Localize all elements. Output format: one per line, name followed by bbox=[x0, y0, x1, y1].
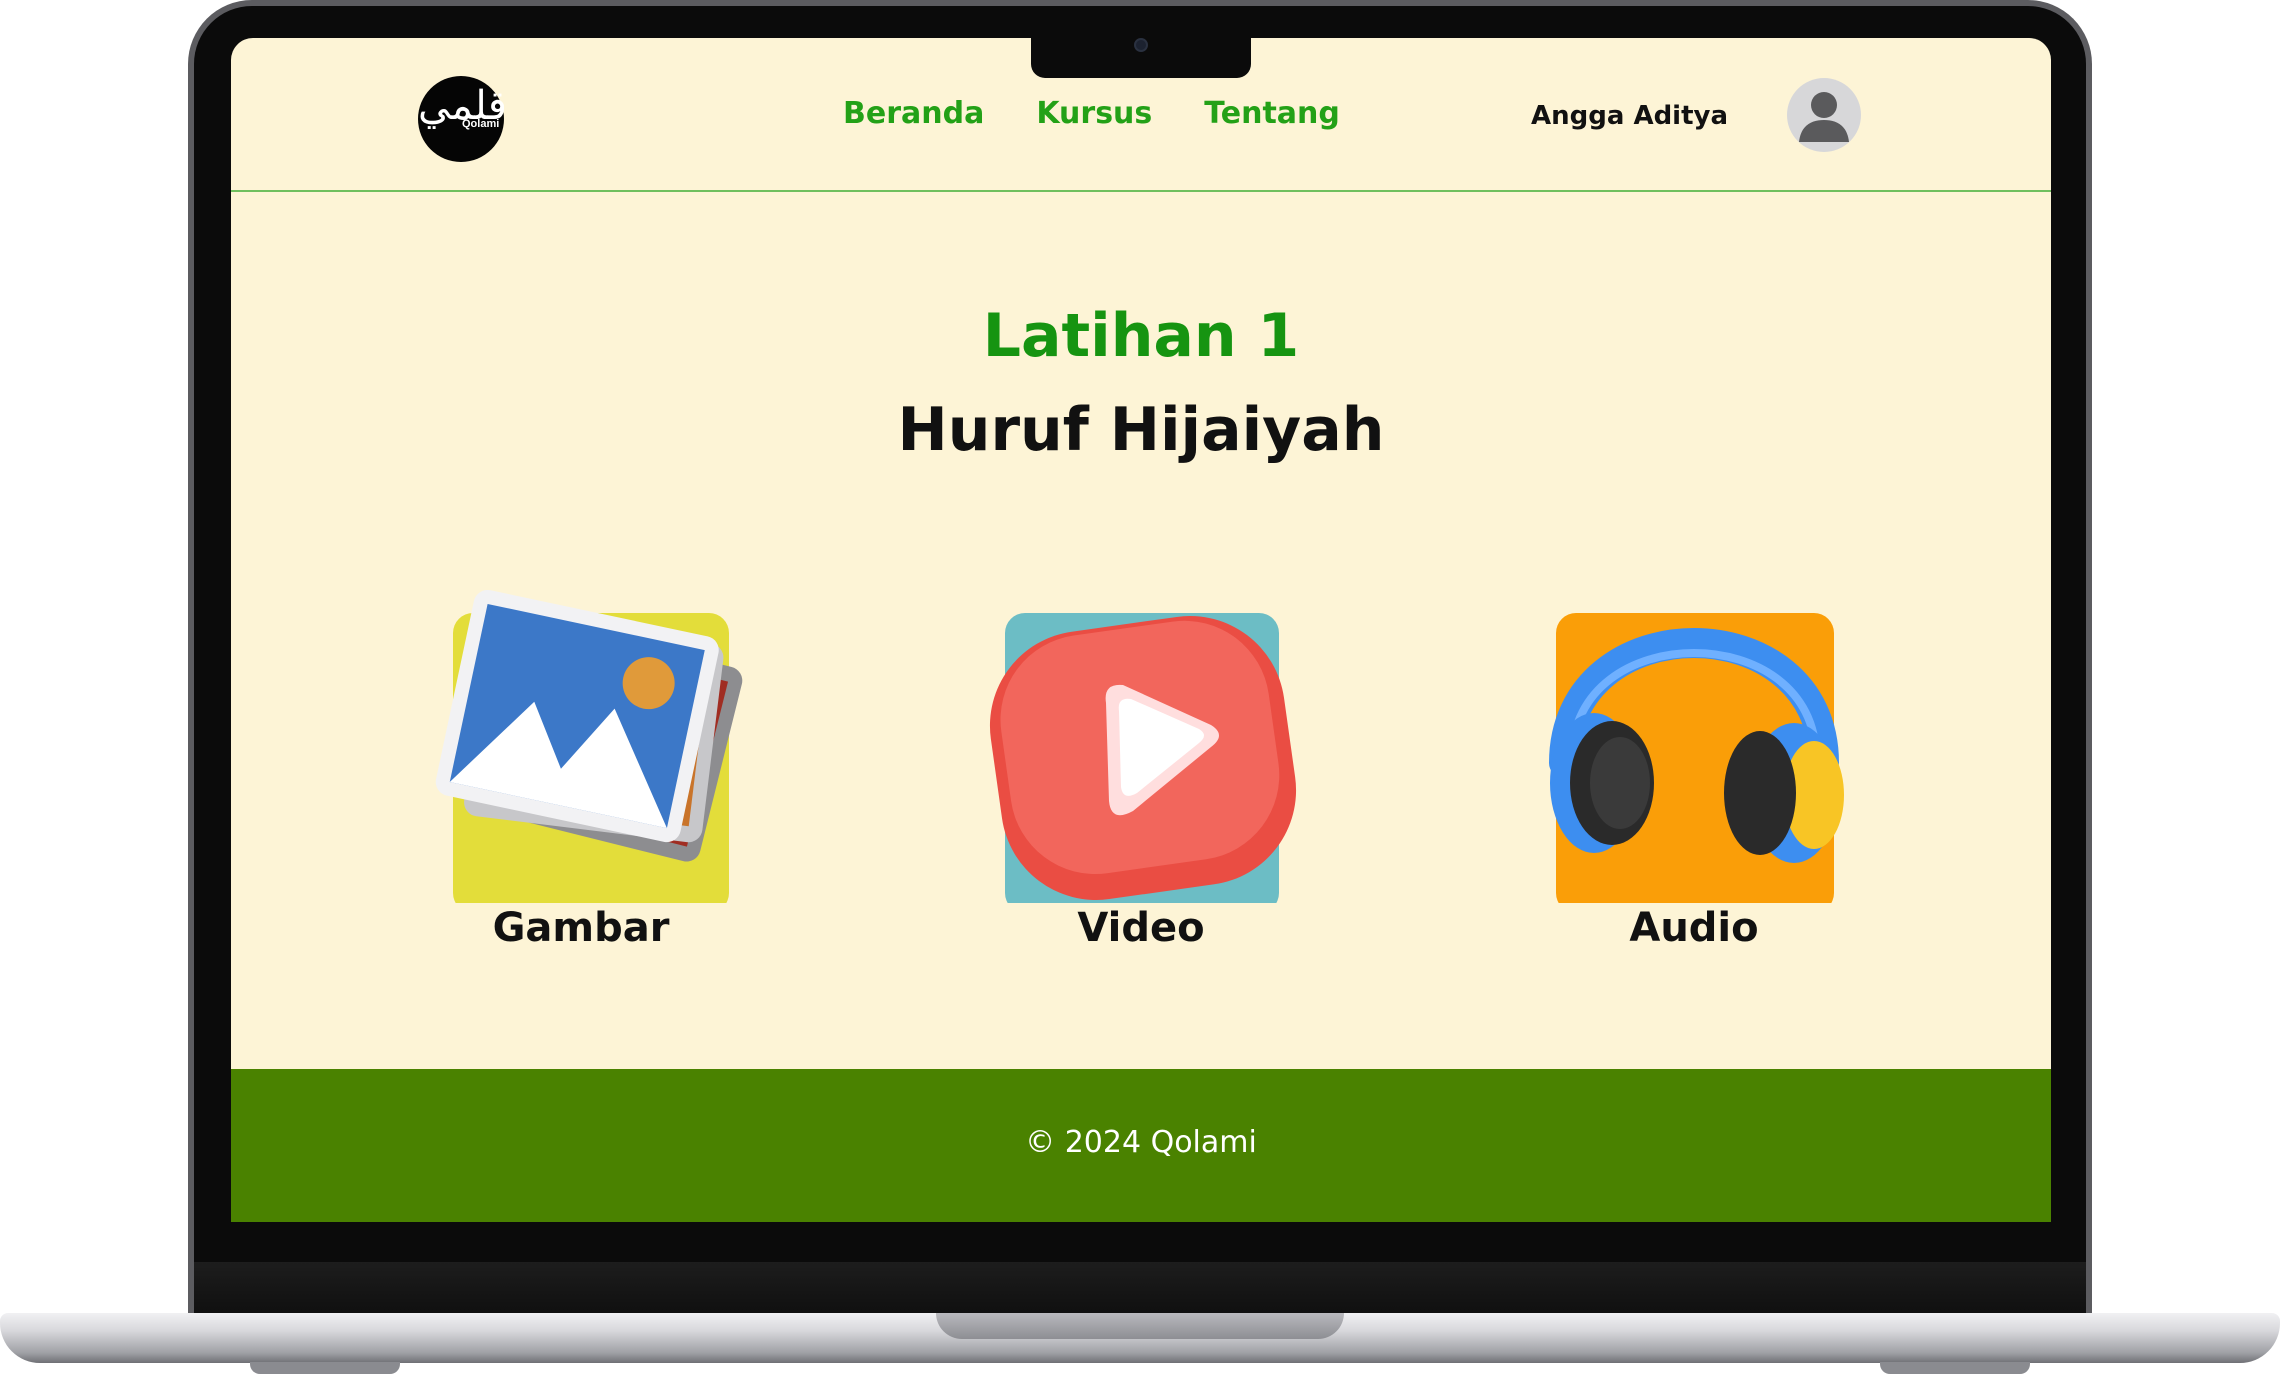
card-label-audio: Audio bbox=[1629, 905, 1759, 951]
nav-link-kursus[interactable]: Kursus bbox=[1036, 94, 1152, 134]
card-gambar[interactable]: Gambar bbox=[411, 543, 751, 1003]
lesson-subtitle: Huruf Hijaiyah bbox=[897, 395, 1385, 465]
laptop-screen-chin bbox=[194, 1262, 2086, 1320]
laptop-foot-right bbox=[1880, 1362, 2030, 1374]
nav-link-tentang[interactable]: Tentang bbox=[1204, 94, 1340, 134]
card-label-video: Video bbox=[1077, 905, 1205, 951]
browser-viewport: قلمي Qolami Beranda Kursus Tentang Angga… bbox=[231, 38, 2051, 1222]
site-footer: © 2024 Qolami bbox=[231, 1069, 2051, 1222]
nav-link-beranda[interactable]: Beranda bbox=[843, 94, 984, 134]
card-audio[interactable]: Audio bbox=[1524, 543, 1864, 1003]
play-button-icon bbox=[989, 613, 1297, 903]
laptop-foot-left bbox=[250, 1362, 400, 1374]
main-nav: Beranda Kursus Tentang bbox=[843, 94, 1340, 134]
laptop-opening-notch bbox=[936, 1313, 1344, 1339]
qolami-logo[interactable]: قلمي Qolami bbox=[418, 76, 507, 162]
headphones-icon bbox=[1549, 613, 1844, 903]
image-gallery-icon bbox=[435, 589, 743, 903]
lesson-title: Latihan 1 bbox=[982, 301, 1300, 371]
user-avatar-icon[interactable] bbox=[1787, 78, 1861, 152]
footer-copyright: © 2024 Qolami bbox=[1025, 1125, 1257, 1160]
logo-wordmark: Qolami bbox=[462, 118, 500, 130]
card-video[interactable]: Video bbox=[971, 543, 1311, 1003]
card-label-gambar: Gambar bbox=[492, 905, 670, 951]
webcam-icon bbox=[1134, 38, 1148, 52]
user-name[interactable]: Angga Aditya bbox=[1531, 98, 1728, 134]
